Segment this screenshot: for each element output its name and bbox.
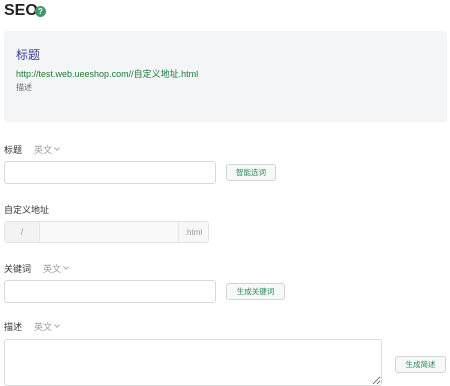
description-label: 描述 — [4, 322, 23, 332]
keywords-input[interactable] — [4, 280, 216, 303]
custom-url-group: / .html — [4, 221, 209, 243]
title-input[interactable] — [4, 161, 216, 184]
chevron-down-icon — [63, 264, 69, 270]
custom-url-label: 自定义地址 — [4, 205, 50, 215]
page-title: SEO — [4, 2, 38, 19]
title-language-value: 英文 — [34, 145, 53, 155]
keywords-language-value: 英文 — [43, 264, 62, 274]
smart-word-button[interactable]: 智能选词 — [226, 164, 276, 181]
seo-preview-card: 标题 http://test.web.ueeshop.com//自定义地址.ht… — [4, 31, 447, 122]
description-language-select[interactable]: 英文 — [34, 320, 60, 333]
chevron-down-icon — [54, 322, 60, 328]
custom-url-input[interactable] — [40, 222, 178, 242]
generate-keywords-button[interactable]: 生成关键词 — [226, 283, 285, 300]
keywords-language-select[interactable]: 英文 — [43, 262, 69, 275]
chevron-down-icon — [54, 145, 60, 151]
url-prefix: / — [5, 222, 40, 242]
description-language-value: 英文 — [34, 322, 53, 332]
preview-description: 描述 — [16, 83, 32, 92]
preview-title: 标题 — [16, 48, 41, 62]
title-label: 标题 — [4, 145, 23, 155]
help-icon[interactable]: ? — [35, 6, 46, 17]
generate-summary-button[interactable]: 生成简述 — [395, 356, 446, 373]
description-textarea[interactable] — [4, 339, 382, 386]
keywords-label: 关键词 — [4, 264, 32, 274]
title-language-select[interactable]: 英文 — [34, 143, 60, 156]
preview-url: http://test.web.ueeshop.com//自定义地址.html — [16, 69, 199, 79]
url-suffix: .html — [178, 222, 208, 242]
